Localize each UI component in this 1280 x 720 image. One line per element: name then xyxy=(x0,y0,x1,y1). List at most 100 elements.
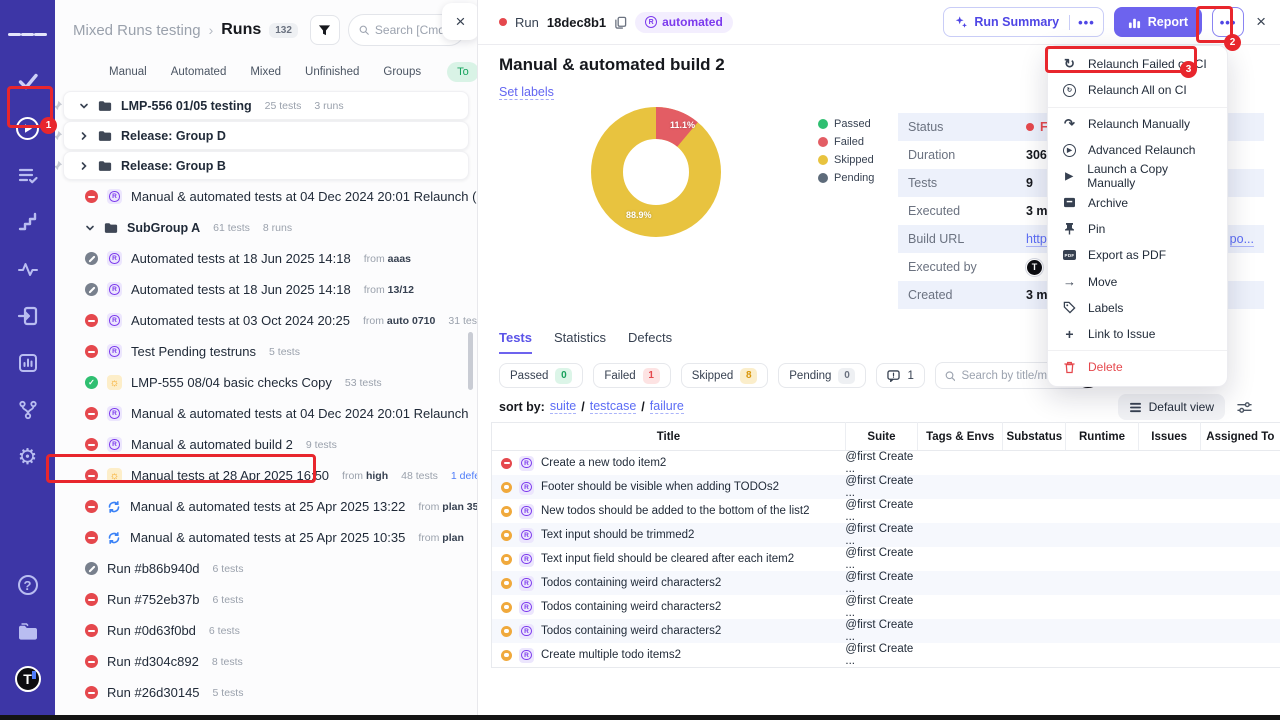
sort-link-testcase[interactable]: testcase xyxy=(590,399,637,414)
menu-item-link-to-issue[interactable]: +Link to Issue xyxy=(1048,321,1227,347)
projects-folder-icon[interactable] xyxy=(8,612,48,652)
user-avatar[interactable]: T xyxy=(8,659,48,699)
run-row[interactable]: Run #26d301455 tests xyxy=(55,677,477,708)
sort-link-failure[interactable]: failure xyxy=(650,399,684,414)
menu-item-pin[interactable]: Pin xyxy=(1048,216,1227,242)
menu-item-labels[interactable]: Labels xyxy=(1048,295,1227,321)
menu-icon[interactable] xyxy=(8,14,48,54)
branch-icon[interactable] xyxy=(8,390,48,430)
filter-button[interactable] xyxy=(310,15,340,45)
run-group-row[interactable]: Release: Group B xyxy=(63,151,469,180)
panel-close-button[interactable]: × xyxy=(442,3,477,40)
check-icon[interactable] xyxy=(8,61,48,101)
runs-list-icon[interactable] xyxy=(8,155,48,195)
runs-tab-unfinished[interactable]: Unfinished xyxy=(305,66,359,78)
menu-item-launch-a-copy-manually[interactable]: ▶Launch a Copy Manually xyxy=(1048,163,1227,189)
runs-tab-manual[interactable]: Manual xyxy=(109,66,147,78)
runs-tab-automated[interactable]: Automated xyxy=(171,66,227,78)
menu-item-archive[interactable]: Archive xyxy=(1048,189,1227,215)
run-summary-button[interactable]: Run Summary ••• xyxy=(943,7,1103,37)
column-header-title[interactable]: Title xyxy=(492,423,846,451)
menu-item-export-as-pdf[interactable]: PDFExport as PDF xyxy=(1048,242,1227,268)
chevron-down-icon[interactable] xyxy=(85,223,95,233)
run-row[interactable]: RTest Pending testruns5 tests xyxy=(55,336,477,367)
signin-icon[interactable] xyxy=(8,296,48,336)
run-row[interactable]: RManual & automated build 29 tests xyxy=(55,429,477,460)
menu-item-relaunch-all-on-ci[interactable]: ↻Relaunch All on CI xyxy=(1048,77,1227,103)
today-pill[interactable]: To xyxy=(447,62,477,82)
menu-item-move[interactable]: →Move xyxy=(1048,268,1227,294)
run-row[interactable]: RAutomated tests at 18 Jun 2025 14:18fro… xyxy=(55,243,477,274)
legend-item-skipped[interactable]: Skipped xyxy=(818,154,874,166)
column-header-assigned-to[interactable]: Assigned To xyxy=(1200,423,1280,451)
test-row[interactable]: RTodos containing weird characters2@firs… xyxy=(492,619,1280,643)
test-row[interactable]: RFooter should be visible when adding TO… xyxy=(492,475,1280,499)
run-row[interactable]: ☼Manual tests at 28 Apr 2025 16:50from h… xyxy=(55,460,477,491)
chevron-down-icon[interactable] xyxy=(79,101,89,111)
test-row[interactable]: RNew todos should be added to the bottom… xyxy=(492,499,1280,523)
play-circle-icon[interactable] xyxy=(8,108,48,148)
chevron-right-icon[interactable] xyxy=(79,131,89,141)
tab-statistics[interactable]: Statistics xyxy=(554,330,606,354)
runs-tab-mixed[interactable]: Mixed xyxy=(250,66,281,78)
run-row[interactable]: Manual & automated tests at 25 Apr 2025 … xyxy=(55,491,477,522)
column-header-tags-envs[interactable]: Tags & Envs xyxy=(918,423,1003,451)
help-icon[interactable]: ? xyxy=(8,565,48,605)
run-row[interactable]: RAutomated tests at 18 Jun 2025 14:18fro… xyxy=(55,274,477,305)
comments-filter-pill[interactable]: 1 xyxy=(876,363,924,388)
run-row[interactable]: Run #b86b940d6 tests xyxy=(55,553,477,584)
set-labels-link[interactable]: Set labels xyxy=(499,85,554,100)
run-row[interactable]: RManual & automated tests at 04 Dec 2024… xyxy=(55,398,477,429)
runs-tab-groups[interactable]: Groups xyxy=(383,66,421,78)
tab-defects[interactable]: Defects xyxy=(628,330,672,354)
filter-pill-passed[interactable]: Passed0 xyxy=(499,363,583,388)
close-detail-icon[interactable]: × xyxy=(1256,12,1266,32)
run-group-row[interactable]: LMP-556 01/05 testing25 tests3 runs xyxy=(63,91,469,120)
panel-scrollbar[interactable] xyxy=(468,332,473,390)
build-url-link-2[interactable]: po... xyxy=(1230,232,1254,247)
filter-pill-pending[interactable]: Pending0 xyxy=(778,363,866,388)
run-summary-more[interactable]: ••• xyxy=(1069,15,1103,30)
test-row[interactable]: RText input should be trimmed2@first Cre… xyxy=(492,523,1280,547)
pulse-icon[interactable] xyxy=(8,249,48,289)
gear-icon[interactable]: ⚙ xyxy=(8,437,48,477)
run-group-row[interactable]: Release: Group D xyxy=(63,121,469,150)
column-header-issues[interactable]: Issues xyxy=(1138,423,1200,451)
menu-item-relaunch-failed-on-ci[interactable]: ↻Relaunch Failed on CI xyxy=(1048,51,1227,77)
more-actions-button[interactable]: ••• xyxy=(1212,7,1244,37)
run-row[interactable]: Manual & automated tests at 25 Apr 2025 … xyxy=(55,522,477,553)
run-row[interactable]: RManual & automated tests at 04 Dec 2024… xyxy=(55,181,477,212)
test-row[interactable]: RCreate multiple todo items2@first Creat… xyxy=(492,643,1280,668)
run-row[interactable]: Run #752eb37b6 tests xyxy=(55,584,477,615)
tab-tests[interactable]: Tests xyxy=(499,330,532,354)
run-row[interactable]: Run #d304c8928 tests xyxy=(55,646,477,677)
report-button[interactable]: Report xyxy=(1114,7,1202,37)
legend-item-pending[interactable]: Pending xyxy=(818,172,874,184)
milestones-icon[interactable] xyxy=(8,202,48,242)
test-row[interactable]: RCreate a new todo item2@first Create ..… xyxy=(492,451,1280,476)
filter-pill-failed[interactable]: Failed1 xyxy=(593,363,670,388)
legend-item-failed[interactable]: Failed xyxy=(818,136,874,148)
run-defects-count[interactable]: 1 defects xyxy=(451,470,477,482)
breadcrumb-project[interactable]: Mixed Runs testing xyxy=(73,22,201,39)
legend-item-passed[interactable]: Passed xyxy=(818,118,874,130)
column-header-substatus[interactable]: Substatus xyxy=(1003,423,1066,451)
menu-item-delete[interactable]: Delete xyxy=(1048,354,1227,380)
column-settings-icon[interactable] xyxy=(1237,401,1252,414)
test-row[interactable]: RTodos containing weird characters2@firs… xyxy=(492,595,1280,619)
test-row[interactable]: RText input field should be cleared afte… xyxy=(492,547,1280,571)
menu-item-relaunch-manually[interactable]: ↷Relaunch Manually xyxy=(1048,111,1227,137)
menu-item-advanced-relaunch[interactable]: ▶Advanced Relaunch xyxy=(1048,137,1227,163)
run-row[interactable]: ✓☼LMP-555 08/04 basic checks Copy53 test… xyxy=(55,367,477,398)
default-view-button[interactable]: Default view xyxy=(1118,394,1225,420)
column-header-runtime[interactable]: Runtime xyxy=(1066,423,1138,451)
run-row[interactable]: Run #0d63f0bd6 tests xyxy=(55,615,477,646)
test-row[interactable]: RTodos containing weird characters2@firs… xyxy=(492,571,1280,595)
analytics-icon[interactable] xyxy=(8,343,48,383)
copy-icon[interactable] xyxy=(614,16,627,29)
run-group-row[interactable]: SubGroup A61 tests8 runs xyxy=(55,212,477,243)
filter-pill-skipped[interactable]: Skipped8 xyxy=(681,363,769,388)
column-header-suite[interactable]: Suite xyxy=(845,423,917,451)
sort-link-suite[interactable]: suite xyxy=(550,399,576,414)
chevron-right-icon[interactable] xyxy=(79,161,89,171)
